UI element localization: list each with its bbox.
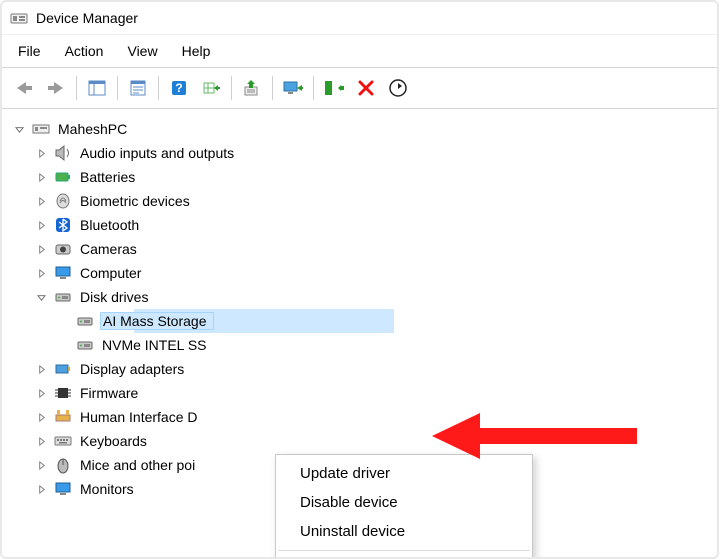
enable-device-button[interactable] [278,73,308,103]
disk-icon [76,336,94,354]
scan-hardware-button[interactable] [196,73,226,103]
tree-item-firmware[interactable]: Firmware [34,381,717,405]
tree-item-biometric[interactable]: Biometric devices [34,189,717,213]
chevron-down-icon[interactable] [34,293,48,302]
keyboard-icon [54,432,72,450]
disk-icon [54,288,72,306]
chevron-right-icon[interactable] [34,269,48,278]
svg-text:?: ? [175,81,182,95]
display-adapter-icon [54,360,72,378]
chevron-right-icon[interactable] [34,389,48,398]
forward-button[interactable] [41,73,71,103]
tree-item-nvme-intel[interactable]: NVMe INTEL SS [56,333,717,357]
chevron-right-icon[interactable] [34,173,48,182]
bluetooth-icon [54,216,72,234]
toolbar-separator [313,76,314,100]
fingerprint-icon [54,192,72,210]
chevron-right-icon[interactable] [34,245,48,254]
context-update-driver[interactable]: Update driver [276,459,532,488]
menu-help[interactable]: Help [170,39,223,63]
toolbar-separator [76,76,77,100]
menu-action[interactable]: Action [53,39,116,63]
menu-view[interactable]: View [115,39,169,63]
remove-device-button[interactable] [351,73,381,103]
toolbar: ? [2,68,717,109]
update-driver-button[interactable] [237,73,267,103]
context-separator [278,550,530,551]
chevron-right-icon[interactable] [34,197,48,206]
chevron-right-icon[interactable] [34,413,48,422]
chevron-right-icon[interactable] [34,221,48,230]
device-manager-window: Device Manager File Action View Help ? [0,0,719,559]
menubar: File Action View Help [2,35,717,68]
tree-root-label: MaheshPC [56,121,129,137]
back-button[interactable] [9,73,39,103]
chevron-right-icon[interactable] [34,437,48,446]
tree-item-batteries[interactable]: Batteries [34,165,717,189]
toolbar-separator [117,76,118,100]
toolbar-separator [158,76,159,100]
monitor-icon [54,480,72,498]
toolbar-separator [272,76,273,100]
chevron-right-icon[interactable] [34,461,48,470]
hid-icon [54,408,72,426]
monitor-icon [54,264,72,282]
context-uninstall-device[interactable]: Uninstall device [276,517,532,546]
speaker-icon [54,144,72,162]
tree-item-keyboards[interactable]: Keyboards [34,429,717,453]
context-disable-device[interactable]: Disable device [276,488,532,517]
menu-file[interactable]: File [6,39,53,63]
tree-item-audio[interactable]: Audio inputs and outputs [34,141,717,165]
chevron-right-icon[interactable] [34,485,48,494]
context-menu: Update driver Disable device Uninstall d… [275,454,533,559]
toolbar-separator [231,76,232,100]
view-devices-button[interactable] [383,73,413,103]
titlebar: Device Manager [2,2,717,34]
tree-item-ai-mass-storage[interactable]: AI Mass Storage [56,309,717,333]
window-title: Device Manager [36,10,138,26]
tree-item-cameras[interactable]: Cameras [34,237,717,261]
tree-item-bluetooth[interactable]: Bluetooth [34,213,717,237]
pc-icon [32,120,50,138]
chevron-right-icon[interactable] [34,365,48,374]
tree-item-hid[interactable]: Human Interface D [34,405,717,429]
chevron-right-icon[interactable] [34,149,48,158]
app-icon [10,9,28,27]
tree-root[interactable]: MaheshPC [12,117,717,141]
help-button[interactable]: ? [164,73,194,103]
expander-icon[interactable] [12,125,26,134]
context-scan-hardware[interactable]: Scan for hardware changes [276,555,532,559]
tree-item-disk-drives[interactable]: Disk drives [34,285,717,309]
uninstall-device-button[interactable] [319,73,349,103]
camera-icon [54,240,72,258]
firmware-icon [54,384,72,402]
disk-icon [76,312,94,330]
tree-item-computer[interactable]: Computer [34,261,717,285]
show-hide-tree-button[interactable] [82,73,112,103]
properties-button[interactable] [123,73,153,103]
mouse-icon [54,456,72,474]
device-tree[interactable]: MaheshPC Audio inputs and outputs Batter… [2,109,717,559]
battery-icon [54,168,72,186]
tree-item-display-adapters[interactable]: Display adapters [34,357,717,381]
